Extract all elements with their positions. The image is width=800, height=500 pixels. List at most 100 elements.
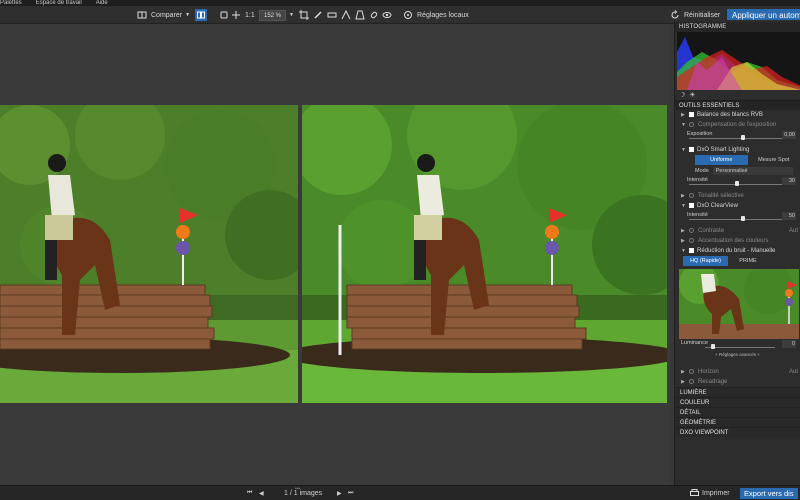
smart-intensity-slider[interactable]: Intensité 30 bbox=[675, 176, 800, 188]
essential-tools-header[interactable]: OUTILS ESSENTIELS bbox=[675, 100, 800, 110]
slider-track[interactable] bbox=[689, 219, 784, 220]
prev-image-button[interactable]: ◀ bbox=[259, 488, 264, 499]
preview-toggle[interactable] bbox=[381, 9, 393, 21]
mode-spot[interactable]: Mesure Spot bbox=[748, 155, 800, 165]
eye-icon[interactable] bbox=[689, 121, 694, 127]
clearview-intensity-slider[interactable]: Intensité 50 bbox=[675, 211, 800, 223]
expand-icon[interactable]: ▼ bbox=[681, 120, 689, 130]
perspective-icon bbox=[354, 9, 366, 21]
crop-tool-button[interactable] bbox=[298, 9, 310, 21]
slider-track[interactable] bbox=[689, 138, 784, 139]
slider-track[interactable] bbox=[705, 347, 775, 348]
slider-value[interactable]: 50 bbox=[782, 212, 796, 220]
histogram-graph bbox=[677, 37, 800, 90]
luminance-slider[interactable]: Luminance 0 bbox=[675, 339, 800, 351]
category-lumiere[interactable]: LUMIÈRE bbox=[675, 387, 800, 397]
row-exposure-comp[interactable]: ▼ Compensation de l'exposition bbox=[675, 120, 800, 130]
category-geometrie[interactable]: GÉOMÉTRIE bbox=[675, 417, 800, 427]
checkbox[interactable] bbox=[689, 146, 694, 152]
checkbox[interactable] bbox=[689, 202, 694, 208]
eye-icon[interactable] bbox=[689, 368, 694, 374]
eye-icon[interactable] bbox=[689, 192, 694, 198]
mode-hq[interactable]: HQ (Rapide) bbox=[683, 256, 728, 266]
noise-preview-loupe[interactable] bbox=[679, 269, 799, 339]
tools-panel: HISTOGRAMME ☽ ☀ OUTILS ESSENTIELS ▶ Balan… bbox=[674, 20, 800, 485]
row-white-balance[interactable]: ▶ Balance des blancs RVB bbox=[675, 110, 800, 120]
slider-label: Exposition bbox=[687, 131, 713, 137]
row-color-accent[interactable]: ▶ Accentuation des couleurs bbox=[675, 236, 800, 246]
export-label: Export vers dis bbox=[740, 488, 798, 499]
move-button[interactable] bbox=[230, 9, 242, 21]
eye-icon[interactable] bbox=[689, 237, 694, 243]
local-adjustments-label: Réglages locaux bbox=[417, 11, 469, 19]
auto-label[interactable]: Aut bbox=[789, 367, 798, 377]
slider-knob[interactable] bbox=[741, 216, 745, 221]
row-contrast[interactable]: ▶ Contraste Aut bbox=[675, 226, 800, 236]
slider-knob[interactable] bbox=[711, 344, 715, 349]
category-viewpoint[interactable]: DXO VIEWPOINT bbox=[675, 427, 800, 437]
row-noise-reduction[interactable]: ▼ Réduction du bruit - Manuelle bbox=[675, 246, 800, 256]
eye-icon[interactable] bbox=[689, 378, 694, 384]
red-eye-icon bbox=[326, 9, 338, 21]
expand-icon[interactable]: ▼ bbox=[681, 246, 689, 256]
slider-value[interactable]: 30 bbox=[782, 177, 796, 185]
export-button[interactable]: Export vers dis bbox=[740, 488, 798, 499]
advanced-settings-link[interactable]: + Réglages avancés + bbox=[675, 351, 800, 359]
expand-icon[interactable]: ▼ bbox=[681, 145, 689, 155]
first-image-button[interactable]: ⏮ bbox=[247, 488, 252, 499]
horizon-button[interactable] bbox=[340, 9, 352, 21]
split-view-button[interactable] bbox=[195, 9, 207, 21]
checkbox[interactable] bbox=[689, 111, 694, 117]
mode-uniform[interactable]: Uniforme bbox=[695, 155, 748, 165]
last-image-button[interactable]: ⏭ bbox=[348, 488, 353, 499]
row-clearview[interactable]: ▼ DxO ClearView bbox=[675, 201, 800, 211]
slider-value[interactable]: 0 bbox=[782, 340, 796, 348]
compare-button[interactable]: Comparer ▼ bbox=[136, 9, 190, 21]
slider-knob[interactable] bbox=[741, 135, 745, 140]
slider-value[interactable]: 0,00 bbox=[782, 131, 796, 139]
noise-mode-toggle[interactable]: HQ (Rapide) PRIME bbox=[683, 256, 800, 267]
next-image-button[interactable]: ▶ bbox=[337, 488, 342, 499]
bandage-icon bbox=[368, 9, 380, 21]
fit-to-screen-button[interactable] bbox=[218, 9, 230, 21]
expand-icon[interactable]: ▶ bbox=[681, 236, 689, 246]
chevron-down-icon: ▼ bbox=[185, 12, 191, 18]
eyedropper-button[interactable] bbox=[312, 9, 324, 21]
moon-icon[interactable]: ☽ bbox=[679, 91, 685, 99]
expand-icon[interactable]: ▶ bbox=[681, 377, 689, 387]
photo-corrected[interactable] bbox=[302, 105, 667, 403]
auto-label[interactable]: Aut bbox=[789, 226, 798, 236]
horse-jump-photo-original bbox=[0, 105, 298, 403]
image-counter: 1 / 1 images bbox=[284, 488, 322, 499]
row-crop[interactable]: ▶ Recadrage bbox=[675, 377, 800, 387]
local-adjustments-button[interactable]: Réglages locaux bbox=[402, 9, 469, 21]
category-detail[interactable]: DÉTAIL bbox=[675, 407, 800, 417]
category-couleur[interactable]: COULEUR bbox=[675, 397, 800, 407]
chevron-down-icon: ▼ bbox=[289, 12, 294, 18]
perspective-button[interactable] bbox=[354, 9, 366, 21]
zoom-select[interactable]: 152 % ▼ bbox=[259, 9, 294, 21]
zoom-ratio-button[interactable]: 1:1 bbox=[245, 9, 255, 21]
image-viewer[interactable] bbox=[0, 24, 670, 485]
mode-prime[interactable]: PRIME bbox=[728, 256, 768, 266]
red-eye-button[interactable] bbox=[326, 9, 338, 21]
expand-icon[interactable]: ▼ bbox=[681, 201, 689, 211]
row-label: Compensation de l'exposition bbox=[698, 122, 777, 128]
row-selective-tone[interactable]: ▶ Tonalité sélective bbox=[675, 191, 800, 201]
row-horizon[interactable]: ▶ Horizon Aut bbox=[675, 367, 800, 377]
smart-lighting-mode-toggle[interactable]: Uniforme Mesure Spot bbox=[695, 155, 800, 166]
eye-icon[interactable] bbox=[689, 227, 694, 233]
row-smart-lighting[interactable]: ▼ DxO Smart Lighting bbox=[675, 145, 800, 155]
photo-original[interactable] bbox=[0, 105, 298, 403]
slider-knob[interactable] bbox=[735, 181, 739, 186]
expand-icon[interactable]: ▶ bbox=[681, 367, 689, 377]
print-button[interactable]: Imprimer bbox=[690, 488, 730, 499]
exposure-slider[interactable]: Exposition 0,00 bbox=[675, 130, 800, 142]
mode-select[interactable]: Personnalisé bbox=[712, 167, 793, 175]
expand-icon[interactable]: ▶ bbox=[681, 191, 689, 201]
repair-button[interactable] bbox=[368, 9, 380, 21]
sun-icon[interactable]: ☀ bbox=[689, 91, 695, 99]
expand-icon[interactable]: ▶ bbox=[681, 110, 689, 120]
expand-icon[interactable]: ▶ bbox=[681, 226, 689, 236]
checkbox[interactable] bbox=[689, 247, 694, 253]
